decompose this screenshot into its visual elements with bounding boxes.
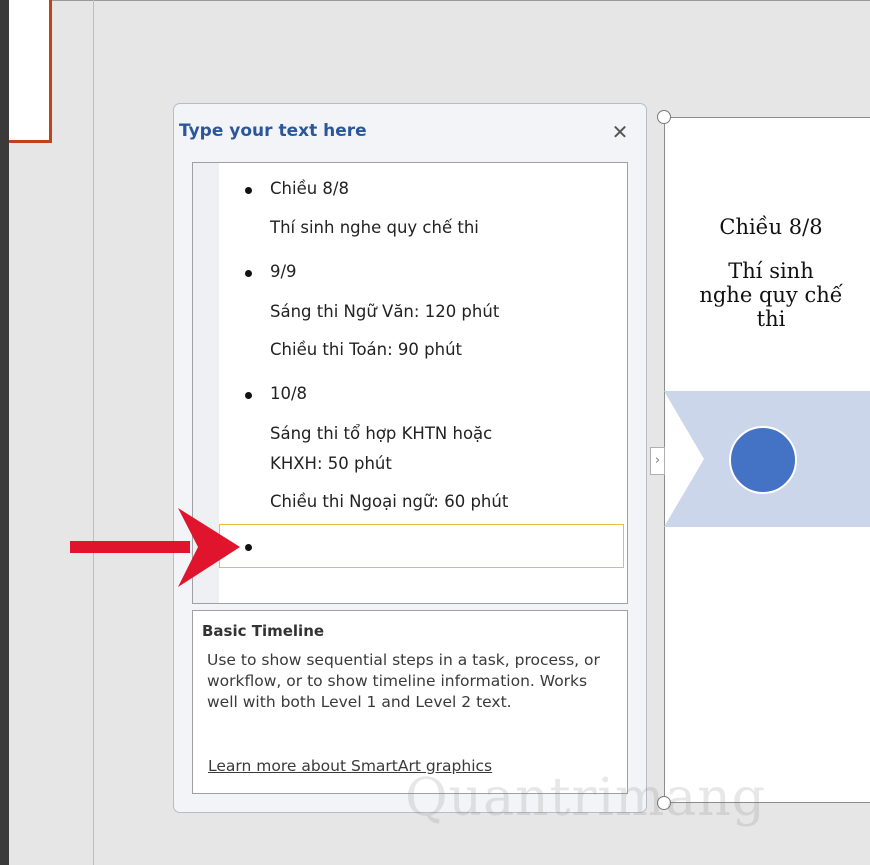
bullet-level2[interactable]: Sáng thi tổ hợp KHTN hoặc: [270, 424, 492, 443]
bullet-level1[interactable]: Chiều 8/8: [270, 179, 349, 198]
bullet-dot: [245, 270, 252, 277]
pane-divider: [93, 0, 94, 865]
slide-thumbnail[interactable]: [9, 0, 52, 143]
window-left-edge: [0, 0, 9, 865]
bullet-dot: [245, 187, 252, 194]
bullet-level2[interactable]: Chiều thi Toán: 90 phút: [270, 340, 462, 359]
active-bullet-input[interactable]: [219, 524, 624, 568]
bullet-level1[interactable]: 10/8: [270, 384, 307, 403]
window-top-edge: [0, 0, 870, 1]
bullet-level1[interactable]: 9/9: [270, 262, 297, 281]
shape-body-line[interactable]: Thí sinh: [676, 259, 866, 283]
close-icon[interactable]: ✕: [609, 121, 631, 143]
shape-body-line[interactable]: thi: [676, 307, 866, 331]
bullet-level2[interactable]: Thí sinh nghe quy chế thi: [270, 218, 479, 237]
watermark-logo: Quantrimang: [405, 768, 767, 828]
layout-description: Use to show sequential steps in a task, …: [207, 651, 600, 711]
pane-title: Type your text here: [179, 121, 367, 141]
bullet-level2[interactable]: Chiều thi Ngoại ngữ: 60 phút: [270, 492, 508, 511]
bullet-dot: [245, 392, 252, 399]
layout-name: Basic Timeline: [202, 622, 325, 640]
timeline-circle[interactable]: [729, 426, 797, 494]
bullet-level2[interactable]: KHXH: 50 phút: [270, 454, 392, 473]
bullet-dot: [245, 544, 252, 551]
resize-handle-top-left[interactable]: [657, 110, 671, 124]
arrow-annotation-icon: [70, 508, 240, 587]
shape-body-line[interactable]: nghe quy chế: [676, 283, 866, 307]
shape-heading[interactable]: Chiều 8/8: [676, 215, 866, 239]
bullet-level2[interactable]: Sáng thi Ngữ Văn: 120 phút: [270, 302, 499, 321]
expand-chevron-icon[interactable]: ›: [650, 447, 665, 475]
